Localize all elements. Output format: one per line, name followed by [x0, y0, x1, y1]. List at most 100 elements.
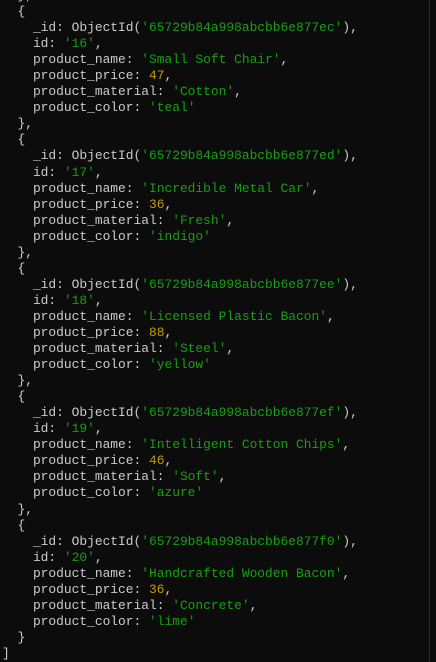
- punct: ),: [342, 533, 358, 549]
- quote: ': [63, 164, 72, 180]
- record-close: }: [2, 630, 358, 646]
- quote: ': [203, 228, 211, 244]
- record-open: {: [2, 518, 358, 534]
- quote: ': [141, 276, 149, 292]
- product_material-value: Fresh: [179, 212, 219, 228]
- id-value: 17: [71, 164, 88, 180]
- quote: ': [87, 36, 95, 52]
- closing-line: ]: [2, 645, 10, 661]
- field-key: id:: [2, 421, 64, 437]
- record-field-product_color: product_color: 'teal': [2, 100, 358, 116]
- field-key: product_material:: [2, 212, 173, 228]
- quote: ': [195, 485, 204, 501]
- object-id-value: 65729b84a998abcbb6e877ed: [149, 148, 335, 164]
- record-field-_id: _id: ObjectId('65729b84a998abcbb6e877ef'…: [2, 405, 358, 421]
- quote: ': [172, 84, 180, 100]
- object-id-value: 65729b84a998abcbb6e877ef: [149, 405, 335, 421]
- punct: ),: [342, 276, 358, 292]
- object-id-value: 65729b84a998abcbb6e877f0: [149, 533, 335, 549]
- closing-bracket: ]: [2, 646, 358, 662]
- field-key: _id: ObjectId(: [2, 533, 142, 549]
- record-field-_id: _id: ObjectId('65729b84a998abcbb6e877f0'…: [2, 534, 358, 550]
- record-field-product_name: product_name: 'Licensed Plastic Bacon',: [2, 309, 358, 325]
- comma: ,: [342, 565, 351, 581]
- comma: ,: [94, 164, 103, 180]
- product_material-value: Concrete: [179, 597, 242, 613]
- close-brace: },: [2, 501, 33, 517]
- field-key: id:: [2, 36, 64, 52]
- quote: ': [148, 485, 157, 501]
- comma: ,: [234, 84, 242, 100]
- product_color-value: teal: [156, 100, 188, 116]
- quote: ': [87, 292, 95, 308]
- quote: ': [63, 549, 72, 565]
- record-field-_id: _id: ObjectId('65729b84a998abcbb6e877ee'…: [2, 277, 358, 293]
- open-brace: {: [2, 260, 26, 276]
- field-key: product_color:: [2, 485, 149, 501]
- id-value: 20: [71, 549, 88, 565]
- record-field-id: id: '16',: [2, 36, 358, 52]
- record-close: },: [2, 502, 358, 518]
- field-key: _id: ObjectId(: [2, 276, 142, 292]
- record-open: {: [2, 4, 358, 20]
- field-key: product_color:: [2, 613, 149, 629]
- comma: ,: [164, 196, 173, 212]
- quote: ': [141, 180, 149, 196]
- comma: ,: [164, 68, 173, 84]
- comma: ,: [164, 581, 173, 597]
- product_material-value: Soft: [179, 469, 211, 485]
- comma: ,: [226, 212, 235, 228]
- field-key: product_price:: [2, 196, 149, 212]
- field-key: product_color:: [2, 357, 149, 373]
- quote: ': [87, 421, 95, 437]
- quote: ': [87, 164, 95, 180]
- field-key: id:: [2, 292, 64, 308]
- field-key: product_price:: [2, 453, 149, 469]
- scrollbar[interactable]: [429, 0, 436, 662]
- comma: ,: [218, 469, 227, 485]
- quote: ': [203, 357, 211, 373]
- punct: ),: [342, 148, 358, 164]
- product_price-value: 46: [148, 453, 165, 469]
- quote: ': [272, 52, 281, 68]
- product_material-value: Steel: [179, 341, 219, 357]
- record-field-id: id: '18',: [2, 293, 358, 309]
- product_name-value: Small Soft Chair: [149, 52, 273, 68]
- field-key: product_material:: [2, 341, 173, 357]
- quote: ': [210, 469, 219, 485]
- record-field-id: id: '19',: [2, 421, 358, 437]
- id-value: 16: [71, 36, 88, 52]
- field-key: product_color:: [2, 100, 149, 116]
- product_price-value: 88: [148, 324, 165, 340]
- quote: ': [141, 20, 149, 36]
- record-field-_id: _id: ObjectId('65729b84a998abcbb6e877ed'…: [2, 148, 358, 164]
- comma: ,: [94, 36, 103, 52]
- field-key: product_price:: [2, 581, 149, 597]
- record-field-product_color: product_color: 'lime': [2, 614, 358, 630]
- product_price-value: 36: [148, 581, 165, 597]
- close-brace: }: [2, 629, 26, 645]
- comma: ,: [342, 437, 351, 453]
- open-brace: {: [2, 389, 26, 405]
- product_material-value: Cotton: [179, 84, 227, 100]
- quote: ': [241, 597, 250, 613]
- product_color-value: lime: [156, 613, 188, 629]
- quote: ': [172, 212, 180, 228]
- quote: ': [172, 341, 180, 357]
- quote: ': [172, 469, 180, 485]
- quote: ': [141, 533, 149, 549]
- product_name-value: Incredible Metal Car: [149, 180, 304, 196]
- record-field-id: id: '20',: [2, 550, 358, 566]
- quote: ': [141, 405, 149, 421]
- terminal-output: }, { _id: ObjectId('65729b84a998abcbb6e8…: [2, 0, 358, 662]
- product_name-value: Licensed Plastic Bacon: [149, 308, 320, 324]
- record-field-product_color: product_color: 'azure': [2, 485, 358, 501]
- quote: ': [141, 565, 149, 581]
- field-key: product_material:: [2, 84, 173, 100]
- close-brace: },: [2, 116, 33, 132]
- quote: ': [141, 437, 149, 453]
- object-id-value: 65729b84a998abcbb6e877ee: [149, 276, 335, 292]
- record-close: },: [2, 245, 358, 261]
- field-key: _id: ObjectId(: [2, 405, 142, 421]
- product_name-value: Handcrafted Wooden Bacon: [149, 565, 335, 581]
